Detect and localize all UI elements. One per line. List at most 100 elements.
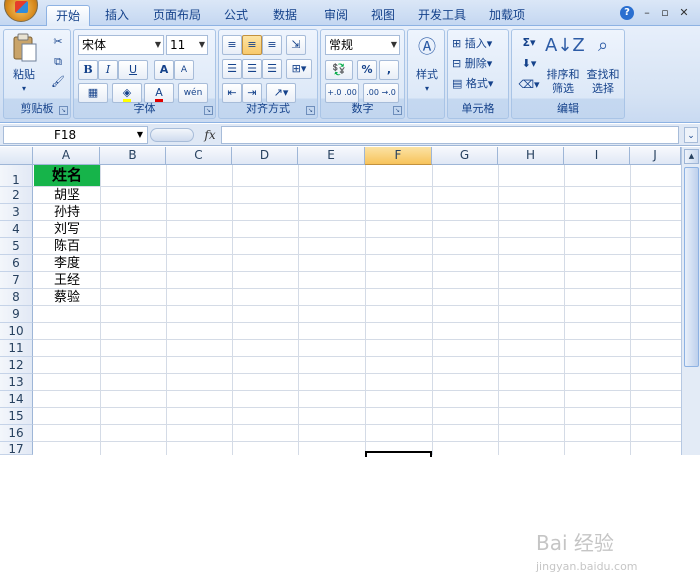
tab-addins[interactable]: 加载项 — [482, 5, 532, 26]
orientation-icon[interactable]: ↗▾ — [266, 83, 296, 103]
cell-a5[interactable]: 陈百 — [34, 238, 100, 255]
sort-filter-icon[interactable]: A↓Z — [545, 34, 585, 58]
underline-button[interactable]: U — [118, 60, 148, 80]
row-header-7[interactable]: 7 — [0, 272, 33, 289]
increase-indent-icon[interactable]: ⇥ — [242, 83, 262, 103]
office-button[interactable] — [4, 0, 38, 22]
clear-icon[interactable]: ⌫▾ — [516, 75, 542, 95]
close-icon[interactable]: ✕ — [677, 6, 691, 20]
row-header-4[interactable]: 4 — [0, 221, 33, 238]
column-header-d[interactable]: D — [232, 147, 298, 165]
row-header-17[interactable]: 17 — [0, 442, 33, 456]
find-select-label-1[interactable]: 查找和 — [583, 68, 623, 82]
delete-cells-button[interactable]: ⊟ 删除▾ — [451, 54, 507, 74]
row-header-5[interactable]: 5 — [0, 238, 33, 255]
cell-a2[interactable]: 胡坚 — [34, 187, 100, 204]
find-select-icon[interactable]: ⌕ — [585, 34, 621, 58]
styles-button[interactable]: 样式 — [410, 68, 444, 82]
paste-dropdown-icon[interactable]: ▾ — [18, 82, 30, 96]
align-right-icon[interactable]: ☰ — [262, 59, 282, 79]
formula-bar-splitter[interactable] — [150, 128, 194, 142]
fill-color-icon[interactable]: ◈ — [112, 83, 142, 103]
scroll-up-icon[interactable]: ▲ — [684, 149, 699, 164]
insert-cells-button[interactable]: ⊞ 插入▾ — [451, 34, 507, 54]
tab-insert[interactable]: 插入 — [97, 5, 137, 26]
tab-data[interactable]: 数据 — [265, 5, 305, 26]
decrease-indent-icon[interactable]: ⇤ — [222, 83, 242, 103]
cell-a7[interactable]: 王经 — [34, 272, 100, 289]
paste-button[interactable]: 粘贴 — [8, 68, 40, 82]
cell-a8[interactable]: 蔡验 — [34, 289, 100, 306]
paste-icon[interactable] — [10, 33, 40, 69]
number-launcher-icon[interactable]: ↘ — [393, 106, 402, 115]
grow-font-button[interactable]: A — [154, 60, 174, 80]
decrease-decimal-button[interactable]: .00 →.0 — [363, 83, 399, 103]
align-left-icon[interactable]: ☰ — [222, 59, 242, 79]
select-all-corner[interactable] — [0, 147, 33, 165]
sort-filter-label-1[interactable]: 排序和 — [543, 68, 583, 82]
borders-icon[interactable]: ▦ — [78, 83, 108, 103]
column-header-i[interactable]: I — [564, 147, 630, 165]
tab-developer[interactable]: 开发工具 — [413, 5, 471, 26]
row-header-15[interactable]: 15 — [0, 408, 33, 425]
tab-page-layout[interactable]: 页面布局 — [148, 5, 206, 26]
fill-icon[interactable]: ⬇▾ — [516, 54, 542, 74]
tab-review[interactable]: 审阅 — [316, 5, 356, 26]
alignment-launcher-icon[interactable]: ↘ — [306, 106, 315, 115]
minimize-icon[interactable]: – — [640, 6, 654, 20]
align-center-icon[interactable]: ☰ — [242, 59, 262, 79]
phonetic-button[interactable]: wén — [178, 83, 208, 103]
column-header-j[interactable]: J — [630, 147, 681, 165]
increase-decimal-button[interactable]: +.0 .00 — [325, 83, 359, 103]
row-header-9[interactable]: 9 — [0, 306, 33, 323]
worksheet-grid[interactable]: A B C D E F G H I J 1 2 3 4 5 6 7 8 9 10… — [0, 147, 681, 573]
comma-button[interactable]: , — [379, 60, 399, 80]
column-header-h[interactable]: H — [498, 147, 564, 165]
row-header-2[interactable]: 2 — [0, 187, 33, 204]
insert-function-icon[interactable]: fx — [200, 127, 220, 143]
currency-icon[interactable]: 💱 — [325, 60, 353, 80]
help-icon[interactable]: ? — [620, 6, 634, 20]
scrollbar-thumb[interactable] — [684, 167, 699, 367]
expand-formula-bar-icon[interactable]: ⌄ — [684, 127, 698, 143]
autosum-button[interactable]: Σ▾ — [516, 33, 542, 53]
format-painter-icon[interactable]: 🖌 — [48, 72, 68, 92]
wrap-text-icon[interactable]: ⇲ — [286, 35, 306, 55]
sort-filter-label-2[interactable]: 筛选 — [543, 82, 583, 96]
font-color-button[interactable]: A — [144, 83, 174, 103]
column-header-f[interactable]: F — [365, 147, 432, 165]
cell-a6[interactable]: 李度 — [34, 255, 100, 272]
copy-icon[interactable]: ⧉ — [48, 52, 68, 72]
tab-formulas[interactable]: 公式 — [216, 5, 256, 26]
active-cell-f18[interactable] — [365, 451, 432, 457]
row-header-12[interactable]: 12 — [0, 357, 33, 374]
column-header-a[interactable]: A — [33, 147, 100, 165]
font-size-dropdown[interactable]: 11 ▼ — [166, 35, 208, 55]
find-select-label-2[interactable]: 选择 — [583, 82, 623, 96]
styles-dropdown-icon[interactable]: ▾ — [421, 82, 433, 96]
column-header-e[interactable]: E — [298, 147, 365, 165]
row-header-10[interactable]: 10 — [0, 323, 33, 340]
percent-button[interactable]: % — [357, 60, 377, 80]
column-header-b[interactable]: B — [100, 147, 166, 165]
row-header-11[interactable]: 11 — [0, 340, 33, 357]
tab-view[interactable]: 视图 — [363, 5, 403, 26]
cell-a4[interactable]: 刘写 — [34, 221, 100, 238]
formula-input[interactable] — [221, 126, 679, 144]
number-format-dropdown[interactable]: 常规 ▼ — [325, 35, 400, 55]
font-launcher-icon[interactable]: ↘ — [204, 106, 213, 115]
restore-icon[interactable]: ▫ — [658, 6, 672, 20]
merge-center-icon[interactable]: ⊞▾ — [286, 59, 312, 79]
clipboard-launcher-icon[interactable]: ↘ — [59, 106, 68, 115]
row-header-8[interactable]: 8 — [0, 289, 33, 306]
format-cells-button[interactable]: ▤ 格式▾ — [451, 74, 507, 94]
bold-button[interactable]: B — [78, 60, 98, 80]
row-header-3[interactable]: 3 — [0, 204, 33, 221]
styles-icon[interactable]: Ⓐ — [412, 36, 442, 60]
font-name-dropdown[interactable]: 宋体 ▼ — [78, 35, 164, 55]
column-header-g[interactable]: G — [432, 147, 498, 165]
align-middle-icon[interactable]: ≡ — [242, 35, 262, 55]
row-header-6[interactable]: 6 — [0, 255, 33, 272]
italic-button[interactable]: I — [98, 60, 118, 80]
cell-a3[interactable]: 孙持 — [34, 204, 100, 221]
